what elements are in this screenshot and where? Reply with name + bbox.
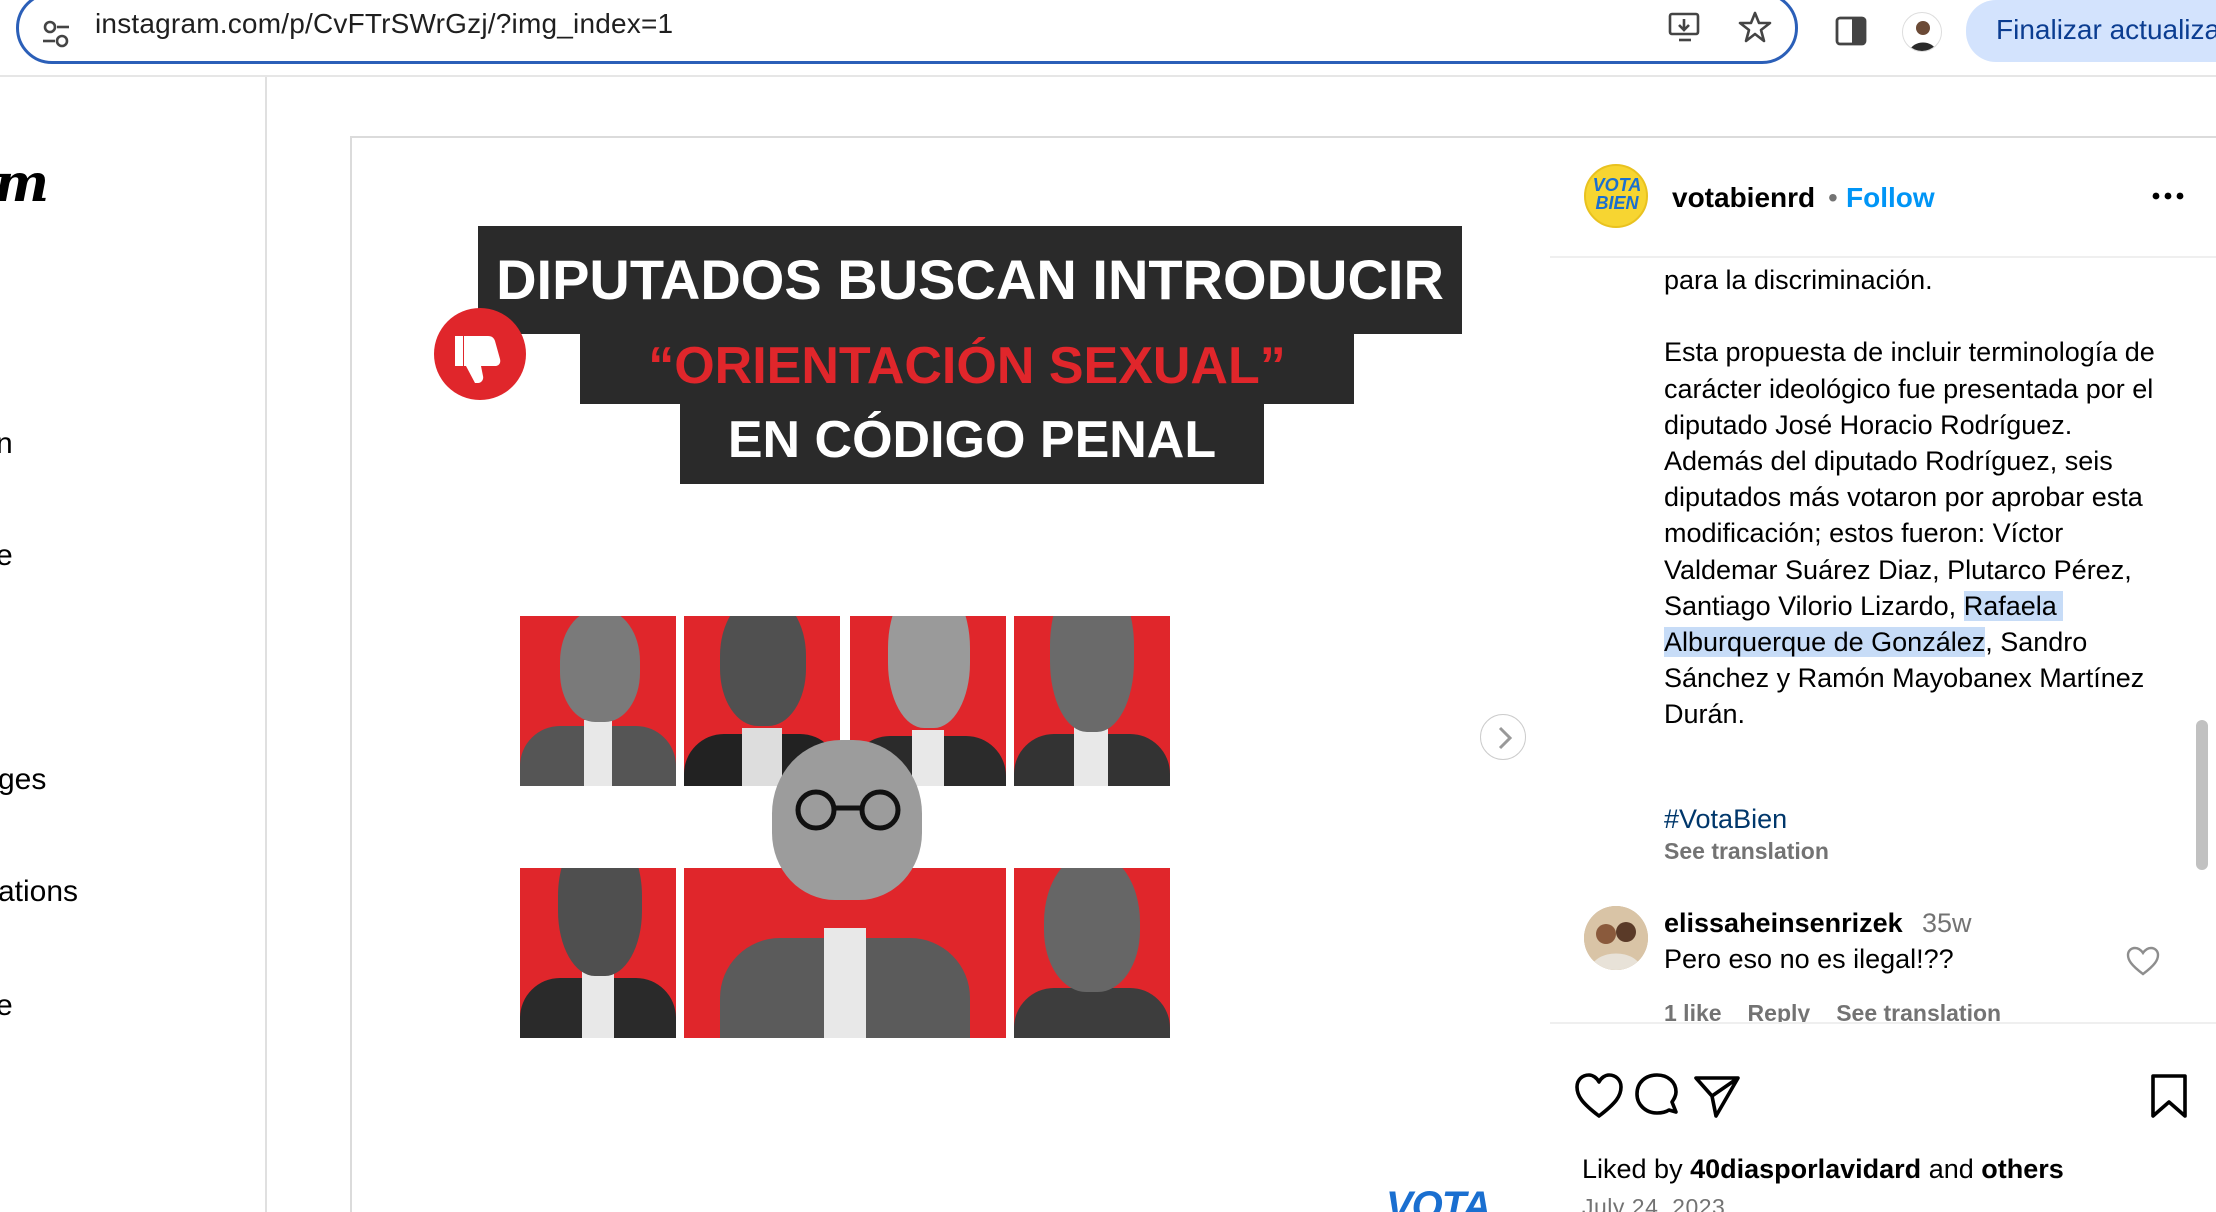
post-date: July 24, 2023 <box>1582 1194 1726 1212</box>
nav-item-messages[interactable]: ges <box>0 763 46 797</box>
liked-by-prefix: Liked by <box>1582 1154 1691 1184</box>
like-heart-icon[interactable] <box>1574 1072 1624 1120</box>
share-send-icon[interactable] <box>1692 1072 1742 1120</box>
next-image-button[interactable] <box>1480 714 1526 760</box>
thumbs-down-badge <box>434 308 526 400</box>
chevron-right-icon <box>1498 726 1513 750</box>
comments-scrollbar[interactable] <box>2196 720 2208 870</box>
comment-likes[interactable]: 1 like <box>1664 1000 1722 1022</box>
headline-line-2: “ORIENTACIÓN SEXUAL” <box>580 328 1354 404</box>
install-app-icon[interactable] <box>1667 9 1703 45</box>
liked-by-summary: Liked by 40diasporlavidard and others <box>1582 1154 2064 1185</box>
post-caption: para la discriminación. Esta propuesta d… <box>1664 262 2174 733</box>
deputy-photo-7 <box>1014 868 1170 1038</box>
url-text[interactable]: instagram.com/p/CvFTrSWrGzj/?img_index=1 <box>95 8 673 40</box>
deputy-photo-1 <box>520 616 676 786</box>
site-settings-icon[interactable] <box>39 17 73 51</box>
post-media: DIPUTADOS BUSCAN INTRODUCIR “ORIENTACIÓN… <box>352 138 1552 1212</box>
see-translation-link[interactable]: See translation <box>1664 838 1829 865</box>
comment-meta: 1 like Reply See translation <box>1664 1000 2027 1022</box>
finish-update-label: Finalizar actualiza <box>1996 14 2216 45</box>
comment-avatar[interactable] <box>1584 906 1648 970</box>
comment-like-heart-icon[interactable] <box>2126 946 2160 976</box>
comment-see-translation[interactable]: See translation <box>1836 1000 2001 1022</box>
post-side-panel: VOTA BIEN votabienrd • Follow para la di… <box>1550 138 2216 1212</box>
header-separator: • <box>1828 182 1838 213</box>
account-username[interactable]: votabienrd <box>1672 182 1815 214</box>
nav-item-create[interactable]: e <box>0 989 13 1023</box>
comment-bubble-icon[interactable] <box>1632 1072 1682 1120</box>
finish-update-button[interactable]: Finalizar actualiza <box>1966 0 2216 62</box>
side-panel-icon[interactable] <box>1832 12 1870 50</box>
follow-button[interactable]: Follow <box>1846 182 1935 214</box>
glasses-graphic <box>795 789 901 831</box>
liked-by-user[interactable]: 40diasporlavidard <box>1690 1154 1921 1184</box>
save-bookmark-icon[interactable] <box>2144 1072 2194 1120</box>
more-options-icon[interactable] <box>2150 190 2186 202</box>
post-actions: Liked by 40diasporlavidard and others Ju… <box>1550 1022 2216 1212</box>
account-avatar[interactable]: VOTA BIEN <box>1584 164 1648 228</box>
liked-by-and: and <box>1921 1154 1982 1184</box>
deputy-photo-4 <box>1014 616 1170 786</box>
address-bar[interactable]: instagram.com/p/CvFTrSWrGzj/?img_index=1 <box>16 0 1798 64</box>
vota-watermark: VOTA <box>1372 1154 1492 1212</box>
instagram-left-nav: m n e ges ations e <box>0 77 267 1212</box>
headline-line-1: DIPUTADOS BUSCAN INTRODUCIR <box>478 226 1462 334</box>
toolbar-divider <box>0 75 2216 77</box>
caption-text: para la discriminación. Esta propuesta d… <box>1664 265 2155 621</box>
nav-item-explore[interactable]: e <box>0 539 13 573</box>
thumbs-down-icon <box>455 336 501 383</box>
headline-line-3: EN CÓDIGO PENAL <box>680 400 1264 484</box>
profile-avatar[interactable] <box>1902 12 1942 52</box>
nav-item-search[interactable]: n <box>0 427 13 461</box>
post-header: VOTA BIEN votabienrd • Follow <box>1550 138 2216 258</box>
nav-item-notifications[interactable]: ations <box>0 875 78 909</box>
comment-text: Pero eso no es ilegal!?? <box>1664 944 1954 974</box>
vota-watermark-text: VOTA <box>1386 1184 1491 1212</box>
comment-reply-button[interactable]: Reply <box>1748 1000 1811 1022</box>
comment-username[interactable]: elissaheinsenrizek <box>1664 908 1903 939</box>
account-avatar-text: VOTA BIEN <box>1592 175 1642 213</box>
bookmark-star-icon[interactable] <box>1737 9 1773 45</box>
liked-by-others[interactable]: others <box>1981 1154 2064 1184</box>
hashtag-link[interactable]: #VotaBien <box>1664 804 1787 835</box>
browser-toolbar: instagram.com/p/CvFTrSWrGzj/?img_index=1… <box>0 0 2216 74</box>
comment-time: 35w <box>1922 908 1972 938</box>
deputy-photo-5 <box>520 868 676 1038</box>
instagram-logo[interactable]: m <box>0 153 49 214</box>
